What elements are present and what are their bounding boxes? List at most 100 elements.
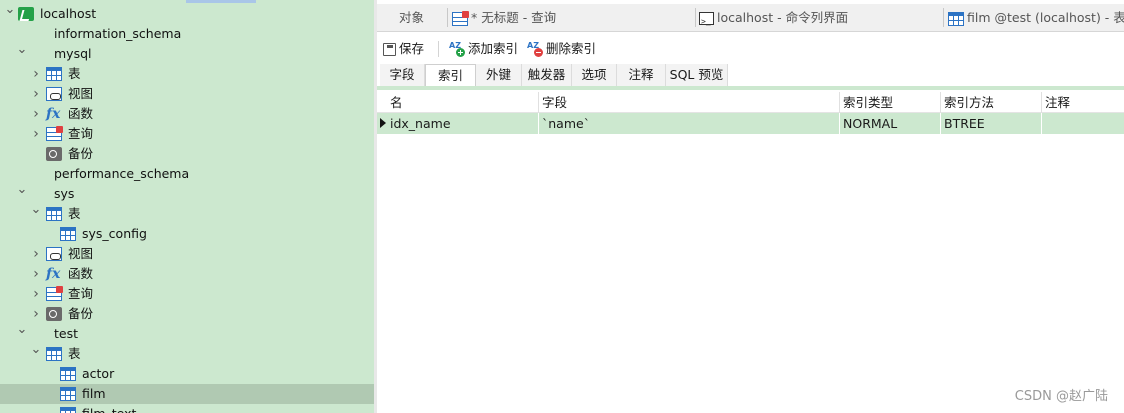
tree-item[interactable]: ⌄ test [0,323,374,344]
tree-item-label: information_schema [54,26,182,41]
column-header-comment[interactable]: 注释 [1042,92,1124,113]
tab-comments[interactable]: 注释 [617,64,666,86]
column-header-name[interactable]: 名 [387,92,539,113]
tree-item-label: 表 [68,66,81,81]
cell-index-name[interactable]: idx_name [387,113,539,134]
chevron-right-icon[interactable]: › [30,84,42,104]
tree-item[interactable]: actor [0,364,374,384]
tab-untitled-query[interactable]: * 无标题 - 查询 [452,4,687,31]
chevron-right-icon[interactable]: › [30,104,42,124]
tree-item-label: 视图 [68,246,94,261]
tab-options[interactable]: 选项 [572,64,617,86]
subtab-underline-bar [377,86,1124,90]
tree-item[interactable]: › 查询 [0,284,374,304]
tab-indexes[interactable]: 索引 [425,64,476,86]
query-icon [452,10,469,26]
tree-item-label: 查询 [68,126,94,141]
table-icon [46,347,62,361]
tab-objects[interactable]: 对象 [399,4,449,31]
table-icon [46,207,62,221]
add-index-button[interactable]: AZ 添加索引 [449,38,518,60]
tab-indexes-label: 索引 [437,68,463,83]
tree-item[interactable]: ⌄ mysql [0,43,374,64]
tree-item-label: mysql [54,46,92,61]
tree-item[interactable]: 备份 [0,144,374,164]
tab-objects-label: 对象 [399,10,425,25]
delete-index-icon: AZ [527,42,543,57]
tab-options-label: 选项 [581,67,607,82]
chevron-right-icon[interactable]: › [30,124,42,144]
tab-film-table[interactable]: film @test (localhost) - 表 [948,4,1124,31]
cell-index-fields[interactable]: `name` [539,113,840,134]
tree-item[interactable]: performance_schema [0,164,374,184]
grid-header-row: 名 字段 索引类型 索引方法 注释 [377,92,1124,113]
column-header-index-method[interactable]: 索引方法 [941,92,1042,113]
view-icon [46,87,62,101]
chevron-right-icon[interactable]: › [30,244,42,264]
chevron-down-icon[interactable]: ⌄ [16,323,28,344]
tree-item[interactable]: › 表 [0,64,374,84]
tab-sql-preview[interactable]: SQL 预览 [666,64,728,86]
tab-fields[interactable]: 字段 [380,64,425,86]
cell-index-type[interactable]: NORMAL [840,113,941,134]
tree-item-label: film [82,386,106,401]
tree-item-label: 函数 [68,266,94,281]
connection-tree: ⌄ localhost information_schema ⌄ mysql › 表 › 视图 ›… [0,3,374,413]
tree-item[interactable]: › 查询 [0,124,374,144]
save-icon [383,43,396,56]
chevron-down-icon[interactable]: ⌄ [30,203,42,224]
tab-foreign-keys[interactable]: 外键 [476,64,522,86]
table-icon [60,407,76,413]
tab-triggers-label: 触发器 [527,67,566,82]
function-icon: fx [46,266,61,282]
save-button[interactable]: 保存 [383,38,424,60]
tree-item-label: 备份 [68,146,94,161]
chevron-right-icon[interactable]: › [30,264,42,284]
table-designer-pane: 对象 * 无标题 - 查询 localhost - 命令列界面 film @te… [377,0,1124,413]
table-row[interactable]: idx_name `name` NORMAL BTREE [377,113,1124,134]
column-header-fields[interactable]: 字段 [539,92,840,113]
function-icon: fx [46,106,61,122]
tree-item[interactable]: › 备份 [0,304,374,324]
tree-item[interactable]: ⌄ localhost [0,3,374,24]
tree-item[interactable]: › 视图 [0,84,374,104]
column-header-index-type[interactable]: 索引类型 [840,92,941,113]
chevron-right-icon[interactable]: › [30,284,42,304]
chevron-right-icon[interactable]: › [30,304,42,324]
tree-item[interactable]: information_schema [0,24,374,44]
tree-item[interactable]: film_text [0,404,374,413]
row-pointer-icon [380,118,386,128]
database-gray-icon [33,167,49,181]
tree-item[interactable]: ⌄ 表 [0,343,374,364]
tab-command-line[interactable]: localhost - 命令列界面 [699,4,939,31]
table-icon [60,387,76,401]
chevron-down-icon[interactable]: ⌄ [4,3,16,24]
table-icon [60,367,76,381]
document-tab-bar: 对象 * 无标题 - 查询 localhost - 命令列界面 film @te… [377,4,1124,32]
cell-index-comment[interactable] [1042,113,1124,134]
tree-item[interactable]: film [0,384,374,404]
chevron-down-icon[interactable]: ⌄ [16,43,28,64]
navigation-tree-panel: ⌄ localhost information_schema ⌄ mysql › 表 › 视图 ›… [0,0,374,413]
backup-icon [46,147,62,161]
delete-index-button-label: 删除索引 [546,41,597,56]
tree-item[interactable]: › 视图 [0,244,374,264]
tree-item-label: 查询 [68,286,94,301]
tree-item[interactable]: › fx 函数 [0,264,374,284]
tab-triggers[interactable]: 触发器 [522,64,572,86]
chevron-down-icon[interactable]: ⌄ [16,183,28,204]
delete-index-button[interactable]: AZ 删除索引 [527,38,596,60]
tree-item[interactable]: sys_config [0,224,374,244]
tree-item[interactable]: ⌄ sys [0,183,374,204]
chevron-right-icon[interactable]: › [30,64,42,84]
tree-item-label: performance_schema [54,166,190,181]
cell-index-method[interactable]: BTREE [941,113,1042,134]
table-icon [60,227,76,241]
query-icon [46,126,63,141]
tree-item[interactable]: ⌄ 表 [0,203,374,224]
database-green-icon [33,187,49,201]
query-icon [46,286,63,301]
tree-item-label: 表 [68,346,81,361]
chevron-down-icon[interactable]: ⌄ [30,343,42,364]
tree-item[interactable]: › fx 函数 [0,104,374,124]
